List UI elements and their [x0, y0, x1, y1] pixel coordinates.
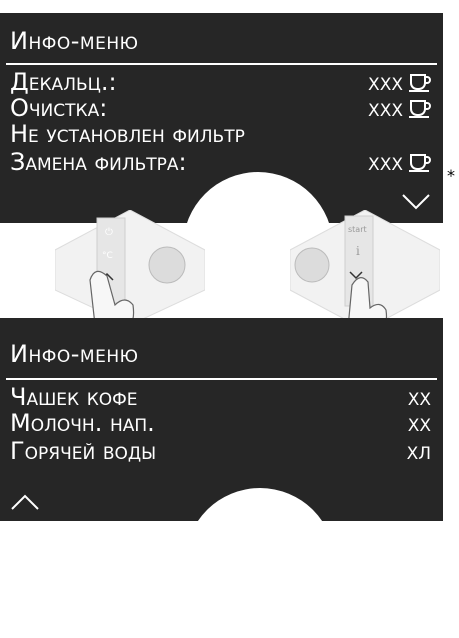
row-value: xx: [407, 383, 431, 411]
menu-row-milk-drinks: Молочн. нап. xx: [10, 410, 431, 436]
row-label: Горячей воды: [10, 437, 157, 465]
display-bump-bottom: [185, 488, 335, 638]
menu-row-cleaning: Очистка: xxx: [10, 95, 431, 121]
menu-row-hot-water: Горячей воды xл: [10, 438, 431, 464]
footnote-marker: *: [447, 166, 455, 185]
menu-row-descale: Декальц.: xxx: [10, 69, 431, 95]
cup-icon: [409, 154, 431, 172]
row-label: Замена фильтра:: [10, 148, 187, 176]
svg-text:⏻: ⏻: [105, 227, 113, 238]
row-value: xxx: [368, 68, 403, 96]
menu-row-no-filter: Не установлен фильтр: [10, 121, 431, 147]
row-value: xxx: [368, 148, 403, 176]
title-divider: [6, 378, 437, 380]
bottom-display-panel: Инфо-меню Чашек кофе xx Молочн. нап. xx …: [0, 318, 443, 521]
cup-icon: [409, 100, 431, 118]
menu-title: Инфо-меню: [10, 340, 139, 368]
row-label: Не установлен фильтр: [10, 120, 245, 148]
menu-row-filter-change: Замена фильтра: xxx: [10, 149, 431, 175]
svg-text:°C: °C: [102, 251, 113, 261]
row-label: Чашек кофе: [10, 383, 138, 411]
menu-title: Инфо-меню: [10, 27, 139, 55]
svg-text:i: i: [356, 244, 360, 258]
row-value: xx: [407, 409, 431, 437]
svg-text:start: start: [348, 225, 367, 234]
row-value: xxx: [368, 94, 403, 122]
row-value: xл: [406, 437, 431, 465]
illustration-down-button: start i: [290, 210, 440, 330]
row-label: Очистка:: [10, 94, 108, 122]
illustration-up-button: ⏻ °C: [55, 210, 205, 325]
row-label: Молочн. нап.: [10, 409, 155, 437]
menu-row-coffee-cups: Чашек кофе xx: [10, 384, 431, 410]
cup-icon: [409, 74, 431, 92]
row-label: Декальц.:: [10, 68, 117, 96]
chevron-up-icon[interactable]: [10, 493, 40, 511]
title-divider: [6, 63, 437, 65]
chevron-down-icon[interactable]: [401, 193, 431, 211]
